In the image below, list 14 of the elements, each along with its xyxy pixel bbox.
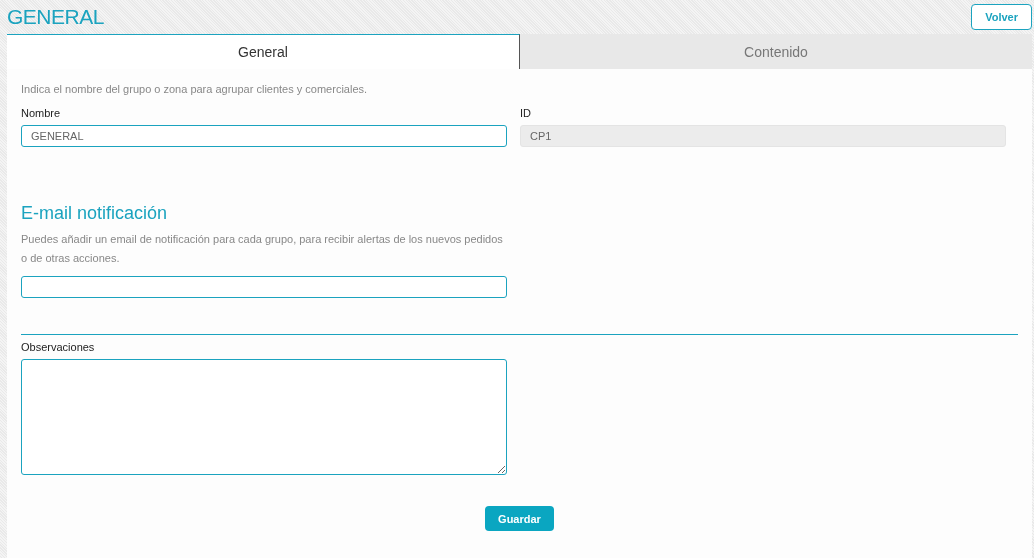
back-button[interactable]: Volver xyxy=(971,4,1032,30)
field-label: Observaciones xyxy=(21,341,95,353)
field-label: Nombre xyxy=(21,107,62,119)
section-heading: E-mail notificación xyxy=(21,203,168,224)
intro-text: Indica el nombre del grupo o zona para agrupar clientes y comerciales. xyxy=(21,83,368,95)
field-label: ID xyxy=(520,107,532,119)
tab[interactable]: General xyxy=(7,34,520,69)
tab[interactable]: Contenido xyxy=(520,34,1032,69)
text-field[interactable]: GENERAL xyxy=(21,125,507,147)
save-button[interactable]: Guardar xyxy=(485,506,554,531)
page-title: GENERAL xyxy=(7,5,104,29)
email-field[interactable] xyxy=(21,276,507,298)
section-description: Puedes añadir un email de notificación para cada grupo, para recibir alertas de los nuevos pedidos o de otras acciones. xyxy=(21,232,504,266)
notes-field[interactable] xyxy=(21,359,507,475)
